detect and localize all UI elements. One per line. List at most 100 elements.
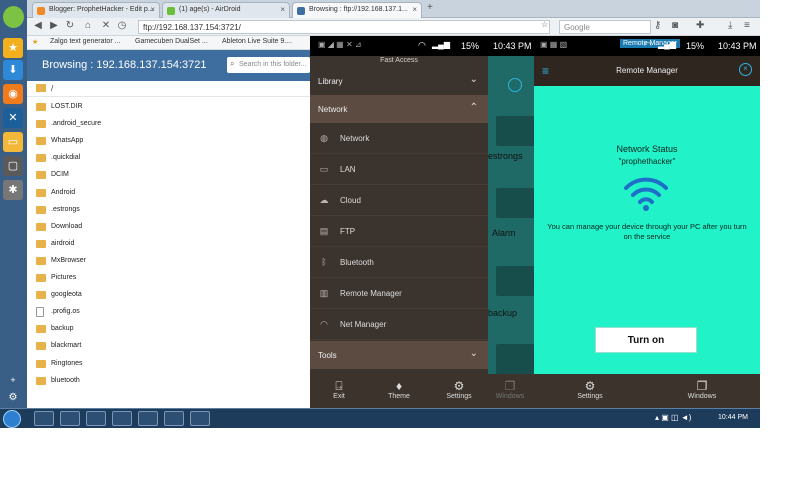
close-icon[interactable]: ×: [150, 5, 155, 14]
file-name: Pictures: [51, 274, 77, 281]
theme-button[interactable]: ♦ Theme: [379, 380, 419, 401]
file-name: bluetooth: [51, 377, 80, 384]
close-icon[interactable]: ×: [280, 5, 285, 14]
folder-icon: [36, 274, 46, 282]
list-item[interactable]: Ringtones: [27, 356, 310, 373]
star-icon[interactable]: ☆: [541, 20, 548, 29]
menu-icon[interactable]: ≡: [744, 20, 750, 31]
folder-icon: [36, 137, 46, 145]
folder-icon: [36, 120, 46, 128]
new-tab-button[interactable]: +: [427, 2, 433, 13]
exit-button[interactable]: ⍈ Exit: [319, 380, 359, 401]
star-icon[interactable]: ★: [3, 38, 23, 58]
home-icon[interactable]: ⌂: [82, 20, 94, 31]
drawer-item-ftp[interactable]: ▤ FTP: [310, 216, 488, 247]
list-item[interactable]: bluetooth: [27, 373, 310, 390]
settings-button[interactable]: ⚙ Settings: [570, 380, 610, 401]
list-item[interactable]: backup: [27, 321, 310, 338]
tab-blogger[interactable]: Blogger: ProphetHacker - Edit p... ×: [32, 2, 160, 18]
close-icon[interactable]: ×: [412, 5, 417, 14]
file-name: LOST.DIR: [51, 103, 83, 110]
drawer-item-network[interactable]: ◍ Network: [310, 123, 488, 154]
list-item[interactable]: LOST.DIR: [27, 99, 310, 116]
section-library[interactable]: Library ⌄: [310, 67, 488, 95]
list-item[interactable]: .estrongs: [27, 202, 310, 219]
battery-level: 15%: [461, 41, 480, 51]
status-bar: ▣ ▦ ▧ Remote Manager ◠ ▂▄▆ 15% 10:43 PM: [534, 36, 760, 56]
folder-icon: [36, 154, 46, 162]
search-input[interactable]: Google: [559, 20, 651, 34]
tab-ftp-browsing[interactable]: Browsing : ftp://192.168.137.1... ×: [292, 2, 422, 18]
media-icon[interactable]: [60, 411, 80, 426]
list-item[interactable]: airdroid: [27, 236, 310, 253]
explorer-icon[interactable]: [34, 411, 54, 426]
download-icon[interactable]: ⤓: [728, 20, 732, 31]
settings-button[interactable]: ⚙ Settings: [439, 380, 479, 401]
page-title: Browsing : 192.168.137.154:3721: [42, 59, 207, 71]
folder-icon: [496, 116, 534, 146]
list-item[interactable]: blackmart: [27, 338, 310, 355]
list-item[interactable]: WhatsApp: [27, 133, 310, 150]
clock: 10:43 PM: [718, 41, 757, 51]
system-tray-icons[interactable]: ▴ ▣ ◫ ◄): [655, 413, 691, 422]
browser-icon[interactable]: [138, 411, 158, 426]
bookmark-link[interactable]: Gamecuben DualSet ...: [135, 38, 208, 45]
drawer-item-cloud[interactable]: ☁ Cloud: [310, 185, 488, 216]
chart-icon[interactable]: [190, 411, 210, 426]
tab-airdroid[interactable]: (1) age(s) - AirDroid ×: [162, 2, 290, 18]
stop-icon[interactable]: ✕: [100, 20, 112, 31]
path-label[interactable]: /: [51, 84, 53, 93]
windows-button[interactable]: ❐ Windows: [490, 379, 530, 401]
history-icon[interactable]: ◷: [116, 20, 128, 31]
section-tools[interactable]: Tools ⌄: [310, 341, 488, 369]
file-name: .profig.os: [51, 308, 80, 315]
gear-icon[interactable]: ⚙: [3, 388, 23, 408]
list-item[interactable]: .profig.os: [27, 304, 310, 321]
close-icon[interactable]: [508, 78, 522, 92]
folder-icon[interactable]: [112, 411, 132, 426]
file-name: DCIM: [51, 171, 69, 178]
list-item[interactable]: Android: [27, 185, 310, 202]
camera-icon[interactable]: ◙: [672, 20, 678, 31]
close-icon[interactable]: ×: [739, 63, 752, 76]
list-item[interactable]: DCIM: [27, 167, 310, 184]
list-item[interactable]: MxBrowser: [27, 253, 310, 270]
url-input[interactable]: ftp://192.168.137.154:3721/: [138, 20, 550, 34]
folder-search-input[interactable]: ⌕ Search in this folder...: [227, 57, 310, 73]
section-network[interactable]: Network ⌃: [310, 95, 488, 123]
add-icon[interactable]: +: [3, 370, 23, 390]
folder-icon[interactable]: ▭: [3, 132, 23, 152]
paint-icon[interactable]: [86, 411, 106, 426]
bookmark-link[interactable]: Ableton Live Suite 9....: [222, 38, 292, 45]
status-message: You can manage your device through your …: [547, 222, 747, 241]
start-button[interactable]: [3, 410, 21, 428]
turn-on-button[interactable]: Turn on: [595, 327, 697, 353]
forward-icon[interactable]: ▶: [48, 20, 60, 31]
window-icon[interactable]: ▢: [3, 156, 23, 176]
file-icon: [36, 307, 44, 317]
list-item[interactable]: Download: [27, 219, 310, 236]
windows-button[interactable]: ❐ Windows: [682, 380, 722, 401]
drawer-item-lan[interactable]: ▭ LAN: [310, 154, 488, 185]
download-icon[interactable]: ⬇: [3, 60, 23, 80]
list-item[interactable]: .android_secure: [27, 116, 310, 133]
puzzle-icon[interactable]: ✱: [3, 180, 23, 200]
file-name: .android_secure: [51, 120, 102, 127]
bookmark-link[interactable]: Zalgo text generator ...: [50, 38, 120, 45]
back-icon[interactable]: ◀: [32, 20, 44, 31]
list-item[interactable]: .quickdial: [27, 150, 310, 167]
clock: 10:43 PM: [493, 41, 532, 51]
reload-icon[interactable]: ↻: [64, 20, 76, 31]
rss-icon[interactable]: ◉: [3, 84, 23, 104]
key-icon[interactable]: ⚷: [654, 20, 661, 31]
app-icon[interactable]: [164, 411, 184, 426]
fast-access-drawer: Fast Access Library ⌄ Network ⌃ ◍ Networ…: [310, 56, 488, 408]
tools-icon[interactable]: ✕: [3, 108, 23, 128]
windows-icon: ❐: [504, 379, 516, 393]
drawer-item-net-manager[interactable]: ◠ Net Manager: [310, 309, 488, 340]
tools-icon[interactable]: ✚: [696, 20, 704, 31]
drawer-item-remote-manager[interactable]: ▥ Remote Manager: [310, 278, 488, 309]
drawer-item-bluetooth[interactable]: ᛒ Bluetooth: [310, 247, 488, 278]
list-item[interactable]: googleota: [27, 287, 310, 304]
list-item[interactable]: Pictures: [27, 270, 310, 287]
